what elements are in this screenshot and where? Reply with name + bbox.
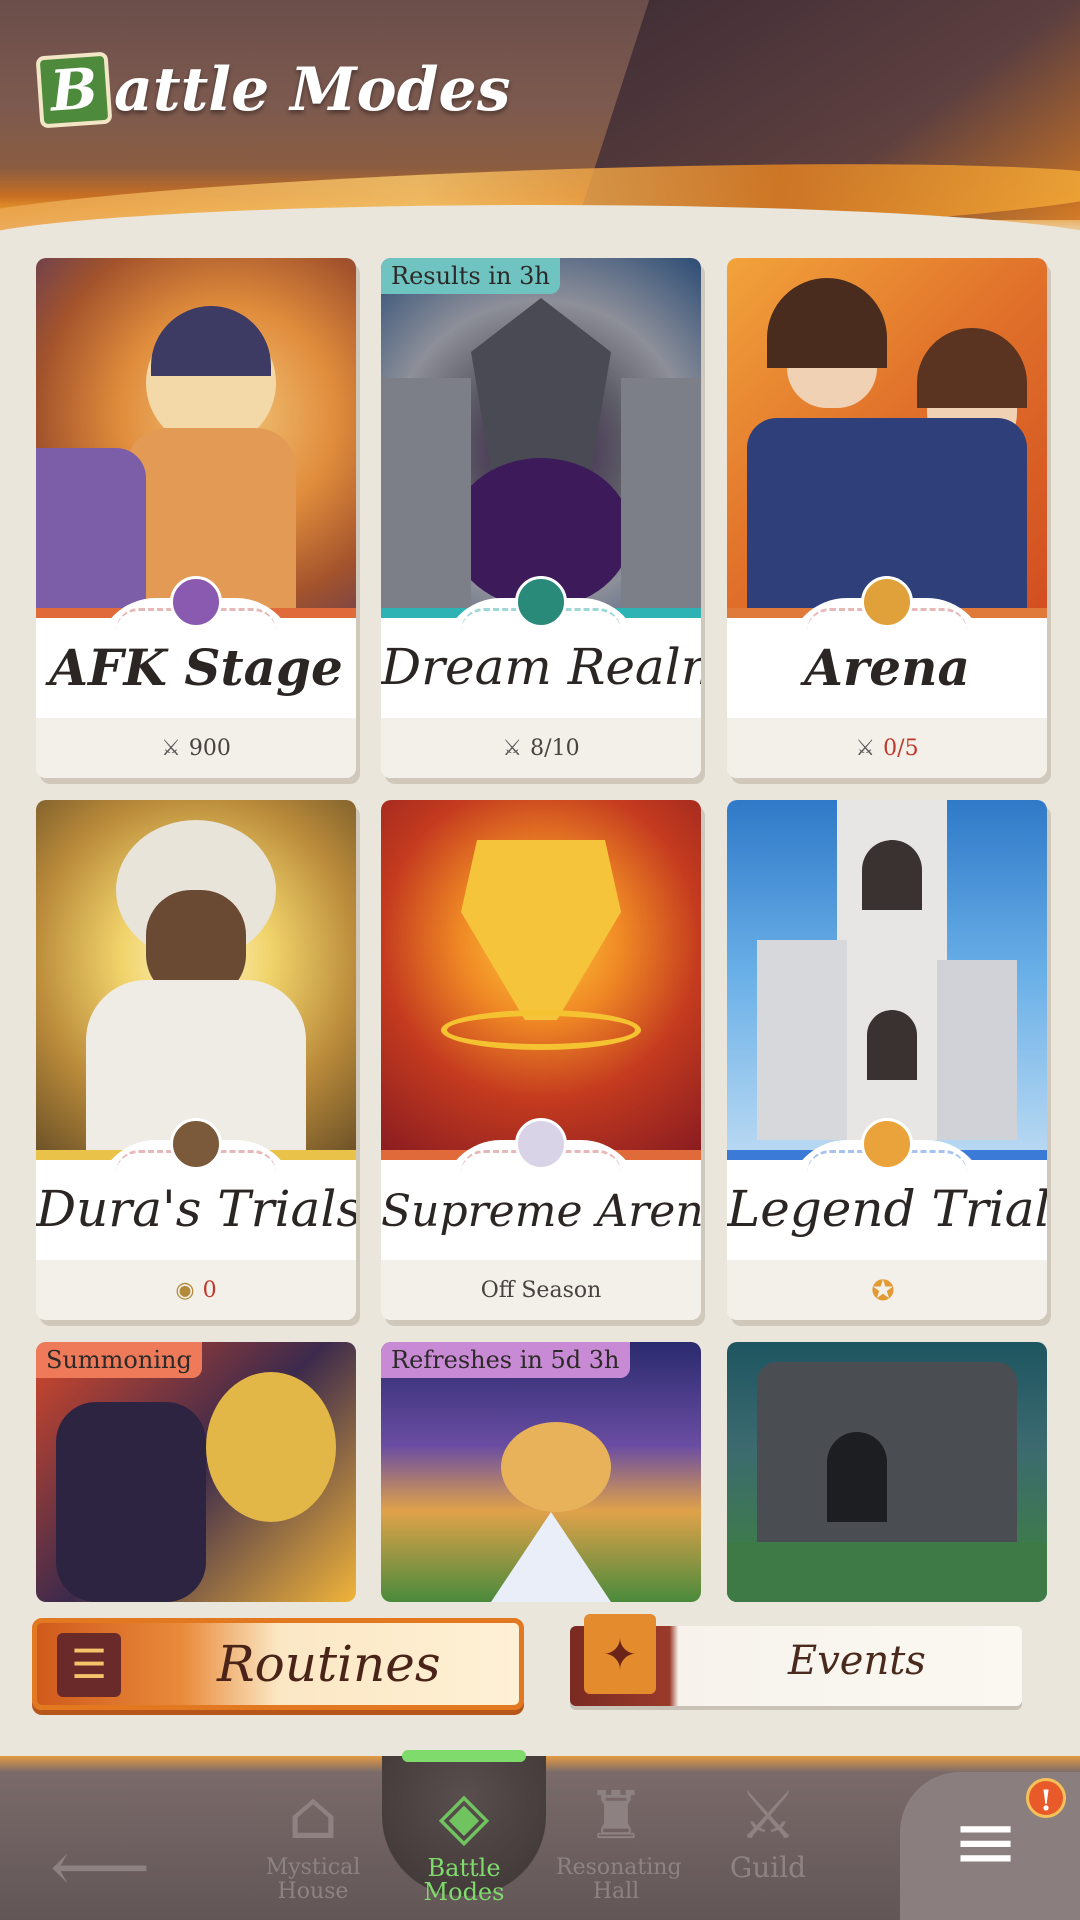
card-footer: Off Season [381, 1260, 701, 1320]
alert-badge: ! [1026, 1778, 1066, 1818]
card-footer: ◉ 0 [36, 1260, 356, 1320]
refresh-tag: Refreshes in 5d 3h [381, 1342, 630, 1378]
nav-label: Mystical House [265, 1855, 361, 1904]
refresh-mode-art [381, 1342, 701, 1602]
nav-label: Guild [729, 1851, 807, 1884]
helmet-icon: ♜ [586, 1777, 646, 1854]
crossed-swords-icon: ⚔ [161, 735, 181, 761]
back-arrow-icon[interactable]: ⟵ [50, 1826, 150, 1908]
menu-button[interactable]: ≡ ! [900, 1772, 1080, 1920]
card-tower-mode[interactable] [727, 1342, 1047, 1602]
arena-art [727, 258, 1047, 608]
routines-label: Routines [217, 1635, 441, 1693]
crossed-swords-icon: ⚔ [502, 735, 523, 761]
tower-mode-art [727, 1342, 1047, 1602]
card-footer: ⚔ 900 [36, 718, 356, 778]
card-title: Dura's Trials [36, 1180, 356, 1238]
card-legend-trial[interactable]: Legend Trial ✪ [727, 800, 1047, 1320]
card-supreme-arena[interactable]: Supreme Arena Off Season [381, 800, 701, 1320]
stage-count: 900 [188, 735, 231, 761]
attempts-count: 8/10 [530, 735, 580, 761]
medal-icon: ✪ [871, 1273, 895, 1307]
arena-coin-icon [861, 576, 913, 628]
events-button[interactable]: ✦ Events [570, 1614, 1022, 1706]
crossed-swords-icon: ⚔ [855, 735, 876, 761]
page-title: B attle Modes [35, 51, 511, 129]
title-initial: B [35, 51, 113, 129]
header-banner: B attle Modes [0, 0, 1080, 240]
card-arena[interactable]: Arena ⚔ 0/5 [727, 258, 1047, 778]
nav-resonating-hall[interactable]: ♜ Resonating Hall [541, 1776, 691, 1904]
dream-realm-art [381, 258, 701, 608]
card-title: AFK Stage [49, 638, 343, 697]
duras-trials-art [36, 800, 356, 1150]
summoning-art [36, 1342, 356, 1602]
card-title: Legend Trial [727, 1180, 1047, 1238]
nav-label: Resonating Hall [556, 1855, 682, 1904]
season-status: Off Season [480, 1277, 602, 1303]
diamond-icon [515, 1118, 567, 1170]
card-dream-realm[interactable]: Results in 3h Dream Realm ⚔ 8/10 [381, 258, 701, 778]
bottom-nav: ⟵ ⌂ Mystical House ◈ Battle Modes ♜ Reso… [0, 1750, 1080, 1920]
crossed-swords-icon: ⚔ [738, 1777, 798, 1854]
title-text: attle Modes [114, 55, 511, 125]
trial-coins: 0 [202, 1277, 217, 1303]
active-indicator [402, 1750, 526, 1762]
card-footer: ⚔ 0/5 [727, 718, 1047, 778]
afk-stage-art [36, 258, 356, 608]
dream-drop-icon [515, 576, 567, 628]
battle-modes-icon: ◈ [438, 1777, 490, 1854]
supreme-arena-art [381, 800, 701, 1150]
summoning-tag: Summoning [36, 1342, 202, 1378]
nav-mystical-house[interactable]: ⌂ Mystical House [238, 1776, 388, 1904]
legend-gem-icon [861, 1118, 913, 1170]
menu-list-icon: ≡ [952, 1795, 1020, 1888]
card-summoning[interactable]: Summoning [36, 1342, 356, 1602]
routines-scroll-icon: ☰ [57, 1633, 121, 1697]
events-label: Events [788, 1638, 926, 1684]
events-banner-icon: ✦ [584, 1614, 656, 1694]
nav-guild[interactable]: ⚔ Guild [693, 1776, 843, 1884]
card-footer: ⚔ 8/10 [381, 718, 701, 778]
results-tag: Results in 3h [381, 258, 560, 294]
arena-attempts: 0/5 [883, 735, 919, 761]
card-title: Supreme Arena [381, 1186, 701, 1237]
card-title: Arena [804, 638, 970, 697]
tokens-icon [170, 576, 222, 628]
legend-trial-art [727, 800, 1047, 1150]
card-afk-stage[interactable]: AFK Stage ⚔ 900 [36, 258, 356, 778]
coin-icon: ◉ [175, 1277, 195, 1303]
card-title: Dream Realm [381, 638, 701, 696]
trial-seals-icon [170, 1118, 222, 1170]
house-icon: ⌂ [287, 1777, 339, 1854]
card-refreshing-mode[interactable]: Refreshes in 5d 3h [381, 1342, 701, 1602]
nav-battle-modes[interactable]: ◈ Battle Modes [389, 1776, 539, 1904]
card-duras-trials[interactable]: Dura's Trials ◉ 0 [36, 800, 356, 1320]
card-footer: ✪ [727, 1260, 1047, 1320]
nav-label: Battle Modes [423, 1854, 505, 1906]
routines-button[interactable]: ☰ Routines [32, 1618, 524, 1710]
